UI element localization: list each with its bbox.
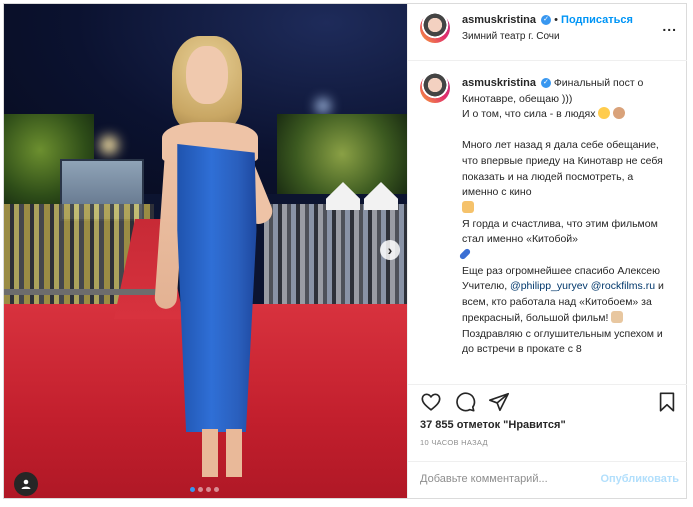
post-timestamp[interactable]: 10 ЧАСОВ НАЗАД bbox=[420, 438, 488, 447]
post-header: asmuskristina ✓ • Подписаться Зимний теа… bbox=[408, 4, 687, 61]
action-bar bbox=[408, 384, 687, 415]
people-emoji-icon bbox=[613, 107, 626, 120]
smile-emoji-icon bbox=[598, 107, 611, 120]
publish-button[interactable]: Опубликовать bbox=[600, 473, 679, 485]
caption-text: Много лет назад я дала себе обещание, чт… bbox=[462, 139, 663, 199]
caption-text: Я горда и счастлива, что этим фильмом ст… bbox=[462, 217, 658, 246]
instagram-post: › asmuskristina ✓ • Подписаться Зимний т… bbox=[3, 3, 687, 499]
username-link[interactable]: asmuskristina bbox=[462, 77, 536, 89]
header-line: asmuskristina ✓ • Подписаться bbox=[462, 14, 633, 26]
carousel-dot bbox=[198, 487, 203, 492]
mention-link[interactable]: @philipp_yuryev bbox=[510, 280, 588, 292]
caption-area: asmuskristina ✓ Финальный пост о Кинотав… bbox=[408, 61, 687, 381]
verified-badge-icon: ✓ bbox=[541, 15, 552, 26]
person-face bbox=[186, 46, 228, 104]
likes-count[interactable]: 37 855 отметок "Нравится" bbox=[420, 419, 566, 431]
paper-plane-icon[interactable] bbox=[488, 391, 510, 413]
blue-ribbon-emoji-icon bbox=[458, 247, 472, 261]
praying-hands-emoji-icon bbox=[611, 310, 624, 323]
carousel-dot bbox=[206, 487, 211, 492]
verified-badge-icon: ✓ bbox=[540, 78, 551, 89]
post-photo[interactable]: › bbox=[4, 4, 407, 498]
caption-text: Поздравляю с оглушительным успехом и до … bbox=[462, 327, 663, 356]
caption-text: И о том, что сила - в людях bbox=[462, 108, 596, 121]
follow-button[interactable]: Подписаться bbox=[561, 14, 633, 26]
stage-light bbox=[316, 99, 330, 113]
trees bbox=[277, 114, 407, 194]
thumbs-up-emoji-icon bbox=[462, 200, 474, 213]
mention-link[interactable]: @rockfilms.ru bbox=[591, 280, 655, 292]
caption: asmuskristina ✓ Финальный пост о Кинотав… bbox=[458, 76, 672, 358]
avatar[interactable] bbox=[420, 73, 450, 103]
separator: • bbox=[554, 14, 558, 26]
chevron-right-icon[interactable]: › bbox=[380, 240, 400, 260]
comment-input[interactable] bbox=[420, 473, 600, 485]
carousel-dot bbox=[214, 487, 219, 492]
stage-light bbox=[100, 136, 118, 154]
carousel-dot bbox=[190, 487, 195, 492]
more-options-icon[interactable]: ... bbox=[662, 18, 677, 34]
location-link[interactable]: Зимний театр г. Сочи bbox=[462, 31, 560, 42]
heart-icon[interactable] bbox=[420, 391, 442, 413]
user-tag-icon[interactable] bbox=[14, 472, 38, 496]
blue-dress bbox=[177, 144, 257, 432]
comment-form: Опубликовать bbox=[408, 461, 687, 499]
username-link[interactable]: asmuskristina bbox=[462, 14, 536, 26]
person-legs bbox=[202, 429, 242, 477]
railing bbox=[4, 289, 174, 295]
post-sidebar: asmuskristina ✓ • Подписаться Зимний теа… bbox=[407, 4, 687, 498]
bookmark-icon[interactable] bbox=[656, 391, 678, 413]
comment-icon[interactable] bbox=[454, 391, 476, 413]
carousel-dots bbox=[190, 487, 219, 492]
avatar[interactable] bbox=[420, 13, 450, 43]
